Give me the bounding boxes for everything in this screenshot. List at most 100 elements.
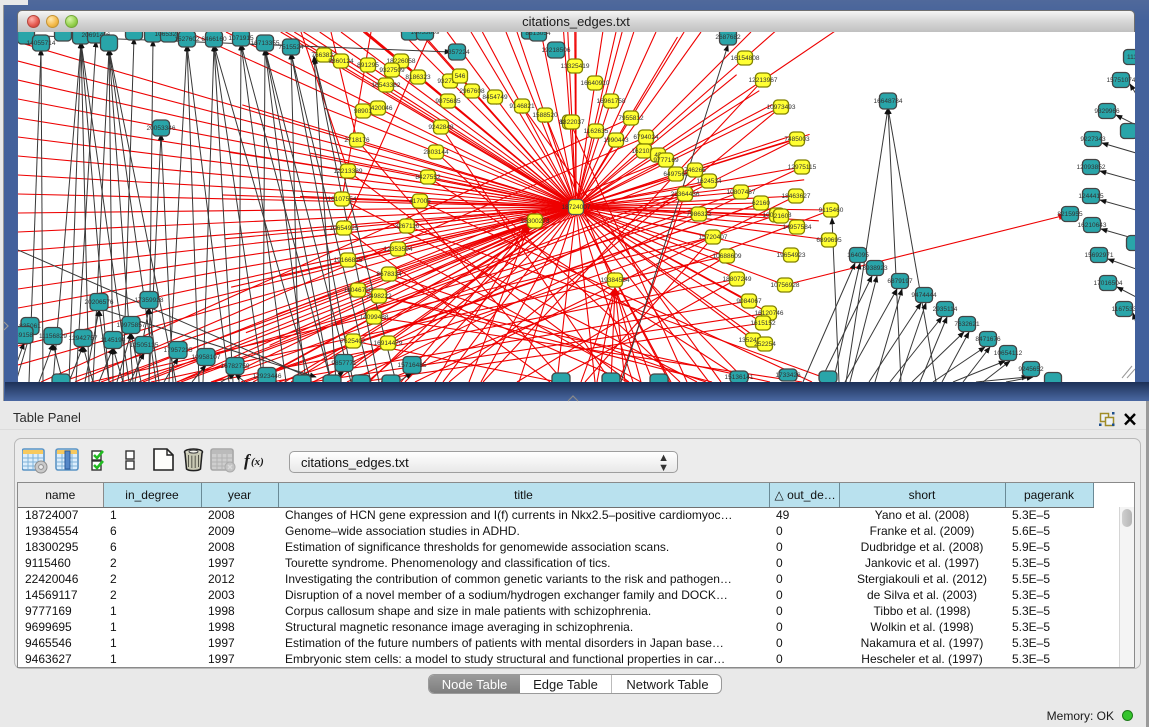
svg-text:10975857: 10975857 <box>117 322 146 329</box>
svg-text:20206576: 20206576 <box>85 299 114 306</box>
svg-text:417006: 417006 <box>409 198 431 205</box>
svg-text:19166825: 19166825 <box>334 257 363 264</box>
svg-text:19218506: 19218506 <box>542 47 571 54</box>
svg-text:9242848: 9242848 <box>428 124 454 131</box>
svg-text:14055714: 14055714 <box>27 40 56 47</box>
svg-text:19384554: 19384554 <box>601 277 630 284</box>
svg-text:1624534: 1624534 <box>696 178 722 185</box>
svg-text:9860124: 9860124 <box>328 58 354 65</box>
svg-text:9327509: 9327509 <box>379 67 405 74</box>
svg-text:16210643: 16210643 <box>1078 222 1107 229</box>
svg-text:8215955: 8215955 <box>1057 211 1083 218</box>
svg-text:9474444: 9474444 <box>911 292 937 299</box>
svg-text:111: 111 <box>1127 54 1135 61</box>
svg-text:7955812: 7955812 <box>618 115 644 122</box>
svg-text:12923446: 12923446 <box>253 373 282 380</box>
svg-text:16914479: 16914479 <box>374 340 403 347</box>
svg-text:12942757: 12942757 <box>69 335 98 342</box>
svg-text:17359928: 17359928 <box>135 297 164 304</box>
svg-text:9777169: 9777169 <box>653 157 679 164</box>
svg-text:13325419: 13325419 <box>561 63 590 70</box>
svg-text:16648784: 16648784 <box>874 98 903 105</box>
svg-text:1588520: 1588520 <box>532 112 558 119</box>
svg-text:10807487: 10807487 <box>727 189 756 196</box>
svg-text:15751074: 15751074 <box>1107 77 1135 84</box>
svg-text:7632621: 7632621 <box>954 321 980 328</box>
svg-text:3267110: 3267110 <box>395 223 420 230</box>
svg-text:164095: 164095 <box>847 252 869 259</box>
svg-text:17016504: 17016504 <box>1094 280 1123 287</box>
svg-text:16640910: 16640910 <box>581 80 610 87</box>
svg-text:12093852: 12093852 <box>1077 164 1106 171</box>
svg-text:10688609: 10688609 <box>713 253 742 260</box>
svg-text:15692971: 15692971 <box>1085 252 1114 259</box>
svg-text:25300273: 25300273 <box>521 218 550 225</box>
svg-text:21364436: 21364436 <box>671 191 700 198</box>
svg-text:6466160: 6466160 <box>201 36 227 43</box>
svg-text:8454749: 8454749 <box>482 94 508 101</box>
svg-text:15720407: 15720407 <box>699 234 728 241</box>
svg-text:1167533: 1167533 <box>1112 306 1135 313</box>
svg-text:16033809: 16033809 <box>411 32 440 36</box>
svg-text:8938923: 8938923 <box>862 265 888 272</box>
svg-text:62160: 62160 <box>752 200 770 207</box>
svg-text:7357224: 7357224 <box>444 49 470 56</box>
svg-text:8427552: 8427552 <box>415 174 441 181</box>
svg-text:8813054: 8813054 <box>525 32 551 37</box>
svg-text:10654925: 10654925 <box>330 225 359 232</box>
svg-text:14099488: 14099488 <box>360 314 389 321</box>
svg-text:15716485: 15716485 <box>398 362 427 369</box>
svg-text:16543382: 16543382 <box>372 82 401 89</box>
svg-text:1244415: 1244415 <box>1078 193 1104 200</box>
svg-text:9115460: 9115460 <box>819 207 844 214</box>
svg-text:6794024: 6794024 <box>633 134 659 141</box>
svg-text:15136141: 15136141 <box>725 374 754 381</box>
svg-text:12505135: 12505135 <box>130 342 159 349</box>
svg-text:18724007: 18724007 <box>562 204 591 211</box>
svg-text:1615152: 1615152 <box>750 320 776 327</box>
svg-text:1162635: 1162635 <box>584 128 609 135</box>
svg-text:8186323: 8186323 <box>405 74 431 81</box>
svg-text:1145194: 1145194 <box>101 337 126 344</box>
svg-text:2718176: 2718176 <box>344 137 370 144</box>
svg-text:2967608: 2967608 <box>459 88 485 95</box>
svg-text:10756928: 10756928 <box>771 282 800 289</box>
svg-text:9245652: 9245652 <box>1018 366 1044 373</box>
svg-text:7986322: 7986322 <box>686 211 712 218</box>
svg-text:7485003: 7485003 <box>784 136 810 143</box>
svg-text:10654112: 10654112 <box>994 350 1023 357</box>
svg-text:2935114: 2935114 <box>933 306 958 313</box>
svg-text:12975115: 12975115 <box>788 164 817 171</box>
svg-text:19654923: 19654923 <box>777 252 806 259</box>
svg-text:20053346: 20053346 <box>147 125 176 132</box>
svg-text:98901: 98901 <box>354 108 372 115</box>
svg-text:18463627: 18463627 <box>782 193 811 200</box>
svg-text:39158: 39158 <box>18 332 33 339</box>
svg-text:891295: 891295 <box>357 62 379 69</box>
svg-text:2687682: 2687682 <box>715 34 741 41</box>
svg-text:8678334: 8678334 <box>376 271 402 278</box>
svg-text:18807249: 18807249 <box>723 276 752 283</box>
svg-text:9875685: 9875685 <box>435 98 461 105</box>
svg-text:9146821: 9146821 <box>509 103 535 110</box>
svg-text:8471676: 8471676 <box>975 336 1001 343</box>
svg-text:6879197: 6879197 <box>887 278 913 285</box>
svg-text:252254: 252254 <box>754 341 776 348</box>
svg-text:12353594: 12353594 <box>384 246 413 253</box>
svg-text:12213967: 12213967 <box>749 77 778 84</box>
svg-text:1822037: 1822037 <box>559 119 585 126</box>
svg-text:16961758: 16961758 <box>597 98 626 105</box>
svg-text:1733426: 1733426 <box>775 372 801 379</box>
svg-text:7625402: 7625402 <box>340 338 366 345</box>
svg-text:17957225: 17957225 <box>164 347 193 354</box>
svg-text:546: 546 <box>455 73 466 80</box>
svg-text:(x): (x) <box>251 456 264 468</box>
svg-text:10973493: 10973493 <box>767 104 796 111</box>
svg-text:10958107: 10958107 <box>192 354 221 361</box>
svg-text:11156829: 11156829 <box>39 333 67 340</box>
svg-text:2160: 2160 <box>774 213 789 220</box>
svg-text:16154808: 16154808 <box>731 55 760 62</box>
svg-text:12213389: 12213389 <box>334 168 363 175</box>
svg-text:14957584: 14957584 <box>783 224 812 231</box>
svg-text:9329966: 9329966 <box>1094 108 1120 115</box>
